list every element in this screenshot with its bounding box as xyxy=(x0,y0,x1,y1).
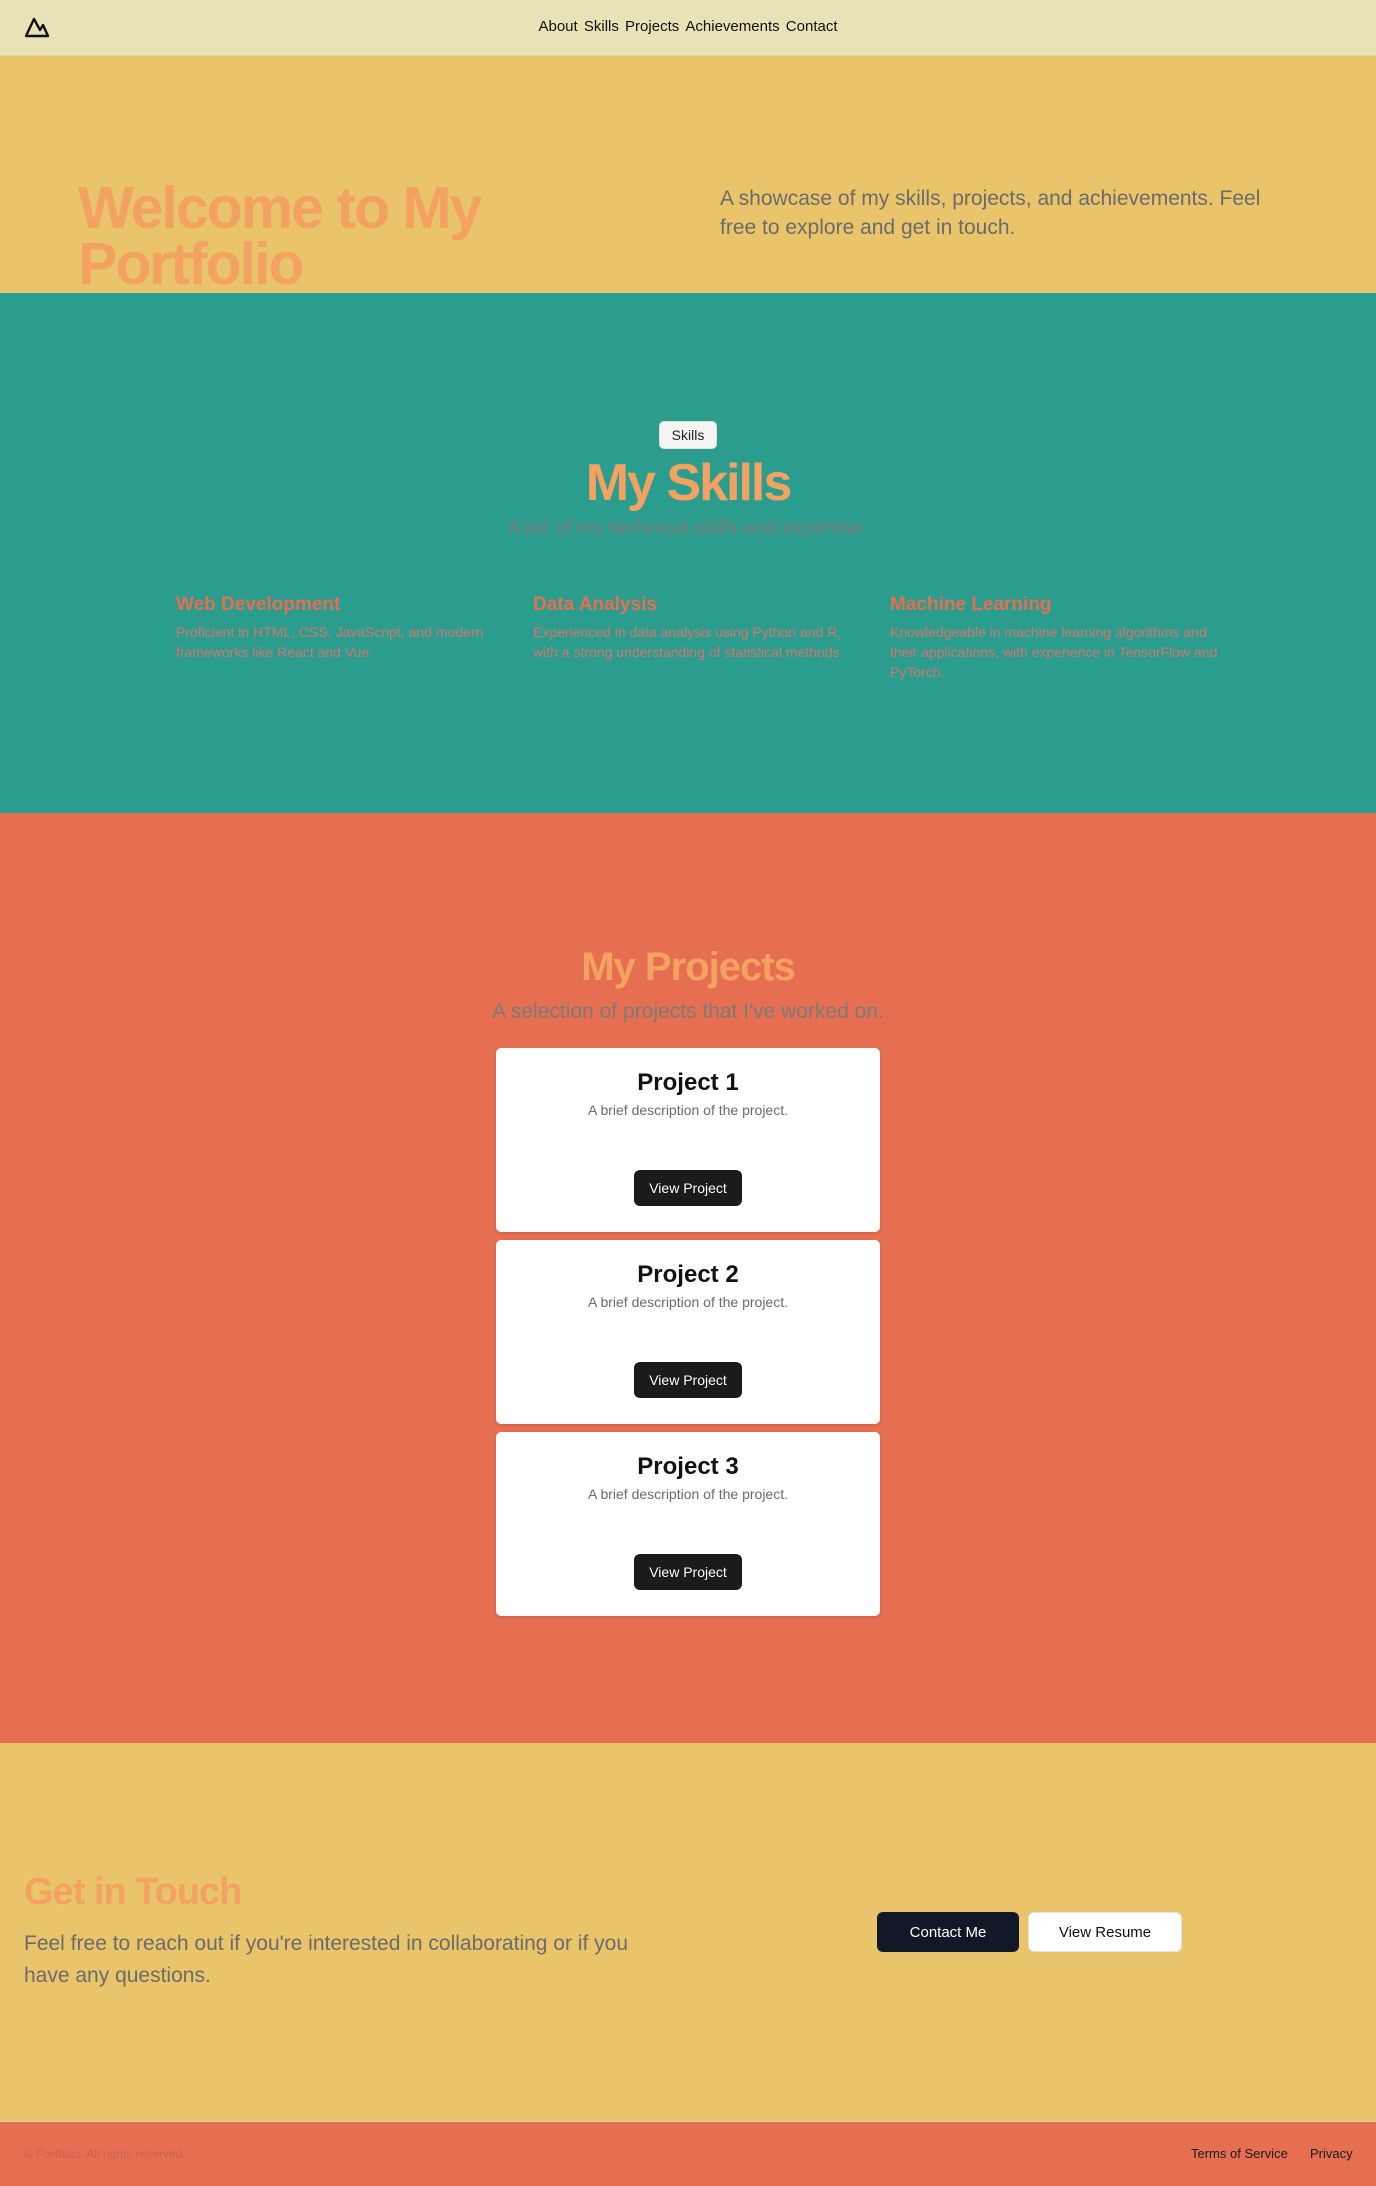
contact-title: Get in Touch xyxy=(24,1871,242,1913)
skill-card: Machine Learning Knowledgeable in machin… xyxy=(890,594,1220,682)
project-card: Project 2 A brief description of the pro… xyxy=(496,1240,880,1424)
skill-card: Web Development Proficient in HTML, CSS,… xyxy=(176,594,506,662)
main-nav: About Skills Projects Achievements Conta… xyxy=(0,18,1376,35)
skill-description: Experienced in data analysis using Pytho… xyxy=(533,624,844,660)
site-header: About Skills Projects Achievements Conta… xyxy=(0,0,1376,56)
skill-title: Machine Learning xyxy=(890,594,1052,615)
projects-subtitle: A selection of projects that I've worked… xyxy=(492,1000,884,1023)
hero-title: Welcome to My Portfolio xyxy=(78,175,482,294)
contact-description: Feel free to reach out if you're interes… xyxy=(24,1932,629,1987)
project-description: A brief description of the project. xyxy=(588,1486,788,1502)
skills-subtitle: A list of my technical skills and expert… xyxy=(507,517,869,539)
project-title: Project 3 xyxy=(637,1453,739,1480)
nav-link-contact[interactable]: Contact xyxy=(786,18,838,35)
skill-description: Knowledgeable in machine learning algori… xyxy=(890,624,1218,680)
project-description: A brief description of the project. xyxy=(588,1294,788,1310)
view-project-button[interactable]: View Project xyxy=(634,1170,742,1206)
copyright-text: © Portfolio. All rights reserved. xyxy=(24,2147,186,2161)
skills-badge: Skills xyxy=(659,421,717,449)
project-card: Project 3 A brief description of the pro… xyxy=(496,1432,880,1616)
nav-link-projects[interactable]: Projects xyxy=(625,18,679,35)
project-title: Project 2 xyxy=(637,1261,739,1288)
contact-me-button[interactable]: Contact Me xyxy=(877,1912,1019,1952)
skills-title: My Skills xyxy=(585,454,793,512)
project-card: Project 1 A brief description of the pro… xyxy=(496,1048,880,1232)
contact-section: Get in Touch Feel free to reach out if y… xyxy=(0,1743,1376,2121)
hero-section: Welcome to My Portfolio A showcase of my… xyxy=(0,56,1376,293)
view-resume-button[interactable]: View Resume xyxy=(1028,1912,1182,1952)
skill-title: Web Development xyxy=(176,594,341,615)
site-footer: © Portfolio. All rights reserved. Terms … xyxy=(0,2121,1376,2186)
view-project-button[interactable]: View Project xyxy=(634,1554,742,1590)
hero-description: A showcase of my skills, projects, and a… xyxy=(720,187,1261,239)
terms-of-service-link[interactable]: Terms of Service xyxy=(1191,2146,1288,2161)
projects-title: My Projects xyxy=(581,945,796,989)
skill-title: Data Analysis xyxy=(533,594,657,615)
project-title: Project 1 xyxy=(637,1069,739,1096)
nav-link-about[interactable]: About xyxy=(538,18,577,35)
nav-link-achievements[interactable]: Achievements xyxy=(685,18,779,35)
skill-description: Proficient in HTML, CSS, JavaScript, and… xyxy=(176,624,484,660)
projects-section: My Projects A selection of projects that… xyxy=(0,813,1376,1743)
skills-section: Skills My Skills A list of my technical … xyxy=(0,293,1376,813)
project-description: A brief description of the project. xyxy=(588,1102,788,1118)
skill-card: Data Analysis Experienced in data analys… xyxy=(533,594,863,662)
view-project-button[interactable]: View Project xyxy=(634,1362,742,1398)
privacy-link[interactable]: Privacy xyxy=(1310,2146,1353,2161)
nav-link-skills[interactable]: Skills xyxy=(584,18,619,35)
